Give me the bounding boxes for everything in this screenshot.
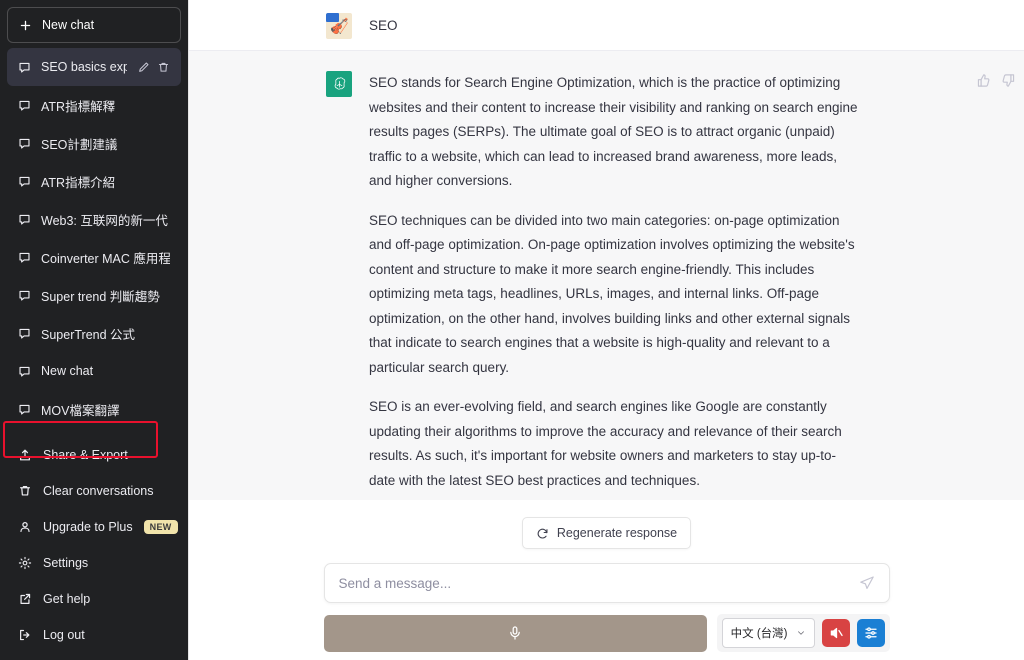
chat-bubble-icon: [18, 365, 31, 378]
user-icon: [18, 520, 32, 534]
conversation-item-4[interactable]: Web3: 互联网的新一代: [7, 200, 181, 238]
new-chat-label: New chat: [42, 18, 95, 32]
sidebar-item-theme-settings[interactable]: Theme Settings: [7, 653, 181, 660]
thumbs-down-icon[interactable]: [1001, 73, 1016, 88]
message-input[interactable]: [338, 575, 859, 591]
conversation-list: SEO basics explained.: [7, 48, 181, 428]
conversation-item-5[interactable]: Coinverter MAC 應用程式: [7, 238, 181, 276]
assistant-paragraph-2: SEO is an ever-evolving field, and searc…: [369, 399, 842, 488]
chat-bubble-icon: [18, 327, 31, 340]
conversation-item-1[interactable]: ATR指標解釋: [7, 86, 181, 124]
composer: Regenerate response Send a message... 中文…: [189, 500, 1024, 660]
chatgpt-logo-icon: [326, 71, 352, 97]
mute-button[interactable]: [821, 619, 850, 647]
chat-bubble-icon: [18, 137, 31, 150]
trash-icon: [18, 484, 32, 498]
input-area: 中文 (台灣): [323, 563, 890, 652]
conversation-label: ATR指標解釋: [41, 99, 116, 114]
conversation-actions: [137, 61, 170, 74]
chat-bubble-icon: [18, 61, 31, 74]
conversation-label: ATR指標介紹: [41, 175, 116, 190]
conversation-item-7[interactable]: SuperTrend 公式: [7, 314, 181, 352]
chatgpt-app: New chat SEO basics explained.: [0, 0, 1024, 660]
language-select-value: 中文 (台灣): [730, 628, 788, 640]
thumbs-up-icon[interactable]: [976, 73, 991, 88]
user-message-text: SEO: [369, 18, 398, 33]
conversation-item-0[interactable]: SEO basics explained.: [7, 48, 181, 86]
sidebar-item-label: Share & Export: [43, 448, 128, 462]
feedback-controls: [976, 73, 1016, 88]
regenerate-response-button[interactable]: Regenerate response: [521, 517, 692, 549]
assistant-paragraph-1: SEO techniques can be divided into two m…: [369, 212, 855, 375]
conversation-item-3[interactable]: ATR指標介紹: [7, 162, 181, 200]
avatar: 🎻: [326, 13, 352, 39]
sidebar-item-label: Clear conversations: [43, 484, 154, 498]
conversation-item-9[interactable]: MOV檔案翻譯: [7, 390, 181, 428]
violin-icon: 🎻: [330, 18, 349, 35]
conversation-label: Web3: 互联网的新一代: [41, 213, 168, 228]
conversation-label: New chat: [41, 364, 94, 378]
main-content: 🎻 SEO SEO stands for Search Engine Optim…: [188, 0, 1024, 660]
sidebar-item-label: Log out: [43, 628, 85, 642]
chat-bubble-icon: [18, 403, 31, 416]
chat-bubble-icon: [18, 251, 31, 264]
voice-control-group: 中文 (台灣): [716, 614, 890, 652]
edit-icon[interactable]: [137, 61, 150, 74]
delete-icon[interactable]: [157, 61, 170, 74]
user-message-inner: 🎻 SEO: [189, 13, 1024, 39]
chat-bubble-icon: [18, 289, 31, 302]
conversation-label: MOV檔案翻譯: [41, 403, 120, 418]
share-export-icon: [18, 448, 32, 462]
chat-bubble-icon: [18, 175, 31, 188]
plus-icon: [19, 19, 32, 32]
regenerate-label: Regenerate response: [556, 526, 678, 540]
sidebar-item-label: Settings: [43, 556, 89, 570]
sidebar-item-label: Upgrade to Plus: [43, 520, 133, 534]
send-icon[interactable]: [859, 575, 875, 591]
user-message-row: 🎻 SEO: [189, 0, 1024, 50]
conversation-label: Coinverter MAC 應用程式: [41, 251, 170, 266]
sliders-icon: [863, 625, 879, 641]
assistant-message-row: SEO stands for Search Engine Optimizatio…: [189, 50, 1024, 500]
regenerate-wrapper: Regenerate response: [189, 500, 1024, 549]
voice-settings-button[interactable]: [856, 619, 885, 647]
composer-bottom-row: 中文 (台灣): [323, 614, 890, 652]
refresh-icon: [536, 527, 549, 540]
sidebar-item-settings[interactable]: Settings: [7, 545, 181, 581]
sidebar-item-share-export[interactable]: Share & Export: [7, 437, 181, 473]
sidebar-item-clear-conversations[interactable]: Clear conversations: [7, 473, 181, 509]
conversation-label: SEO計劃建議: [41, 137, 118, 152]
sidebar-item-get-help[interactable]: Get help: [7, 581, 181, 617]
message-input-box[interactable]: [323, 563, 890, 603]
gear-icon: [18, 556, 32, 570]
sidebar-item-log-out[interactable]: Log out: [7, 617, 181, 653]
speaker-muted-icon: [828, 625, 844, 641]
assistant-message-text: SEO stands for Search Engine Optimizatio…: [369, 71, 994, 493]
conversation-label: Super trend 判斷趨勢: [41, 289, 160, 304]
assistant-message-body: SEO stands for Search Engine Optimizatio…: [369, 71, 994, 500]
sidebar-item-label: Get help: [43, 592, 91, 606]
conversation-item-6[interactable]: Super trend 判斷趨勢: [7, 276, 181, 314]
sidebar-menu: Share & Export Clear conversations Upgra…: [7, 437, 181, 660]
conversation-item-8[interactable]: New chat: [7, 352, 181, 390]
microphone-icon: [507, 625, 523, 641]
chat-bubble-icon: [18, 99, 31, 112]
assistant-message-inner: SEO stands for Search Engine Optimizatio…: [189, 71, 1024, 500]
sidebar: New chat SEO basics explained.: [0, 0, 188, 660]
microphone-bar[interactable]: [323, 614, 707, 652]
logout-icon: [18, 628, 32, 642]
new-chat-button[interactable]: New chat: [7, 7, 181, 43]
user-message-body: SEO: [369, 13, 994, 39]
language-select[interactable]: 中文 (台灣): [721, 618, 815, 648]
status-badge: NEW: [143, 520, 178, 534]
chat-scroll-area[interactable]: 🎻 SEO SEO stands for Search Engine Optim…: [189, 0, 1024, 500]
assistant-paragraph-0: SEO stands for Search Engine Optimizatio…: [369, 75, 858, 188]
conversation-item-2[interactable]: SEO計劃建議: [7, 124, 181, 162]
conversation-label: SEO basics explained.: [41, 60, 127, 74]
external-link-icon: [18, 592, 32, 606]
chat-bubble-icon: [18, 213, 31, 226]
conversation-label: SuperTrend 公式: [41, 327, 136, 342]
sidebar-item-upgrade-to-plus[interactable]: Upgrade to Plus NEW: [7, 509, 181, 545]
chevron-down-icon: [796, 628, 806, 638]
